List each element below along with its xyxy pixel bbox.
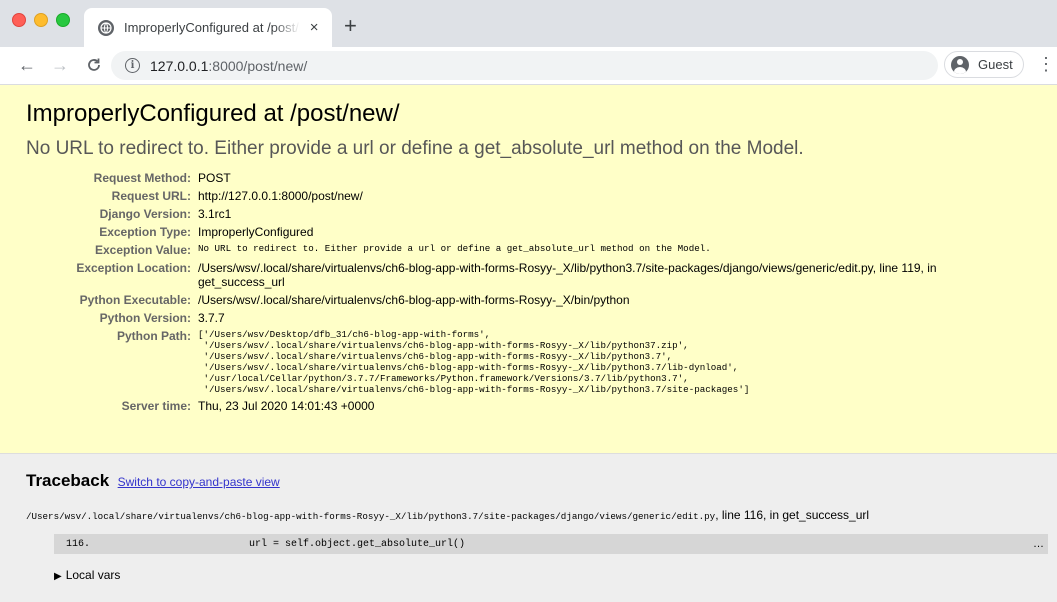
meta-label: Python Path: (117, 329, 191, 343)
traceback-section: Traceback Switch to copy-and-paste view … (0, 454, 1057, 602)
profile-label: Guest (978, 57, 1013, 72)
meta-label: Request Method: (93, 171, 191, 185)
meta-value: http://127.0.0.1:8000/post/new/ (198, 189, 363, 203)
expand-context-icon[interactable]: … (1033, 538, 1044, 550)
meta-row: Django Version: 3.1rc1 (26, 205, 1024, 223)
meta-label: Server time: (121, 399, 191, 413)
tab-close-icon[interactable]: × (306, 19, 322, 36)
page-title: ImproperlyConfigured at /post/new/ (26, 100, 400, 127)
meta-value: /Users/wsv/.local/share/virtualenvs/ch6-… (198, 261, 937, 289)
meta-value: 3.7.7 (198, 311, 225, 325)
local-vars-label: Local vars (65, 568, 121, 582)
profile-button[interactable]: Guest (944, 51, 1024, 78)
globe-icon (98, 19, 114, 36)
url-host: 127.0.0.1 (150, 57, 209, 74)
new-tab-button[interactable]: + (344, 14, 357, 38)
line-code: url = self.object.get_absolute_url() (249, 538, 466, 550)
meta-row: Python Path: ['/Users/wsv/Desktop/dfb_31… (26, 327, 1024, 397)
maximize-window-button[interactable] (56, 13, 70, 27)
meta-row: Python Version: 3.7.7 (26, 309, 1024, 327)
triangle-right-icon: ▶ (54, 571, 62, 582)
meta-value: 3.1rc1 (198, 207, 232, 221)
local-vars-toggle[interactable]: ▶ Local vars (54, 568, 1057, 582)
window-controls (12, 13, 70, 27)
meta-label: Exception Type: (99, 225, 191, 239)
meta-label: Exception Value: (94, 243, 191, 257)
meta-value: No URL to redirect to. Either provide a … (198, 243, 711, 254)
request-meta-table: Request Method: POST Request URL: http:/… (26, 169, 1024, 415)
back-arrow-icon[interactable]: ← (16, 54, 38, 76)
frame-filename: /Users/wsv/.local/share/virtualenvs/ch6-… (26, 508, 1057, 522)
navigation-bar: ← → i 127.0.0.1:8000/post/new/ Guest ⋮ (0, 47, 1057, 85)
minimize-window-button[interactable] (34, 13, 48, 27)
info-icon[interactable]: i (125, 58, 140, 73)
switch-view-link[interactable]: Switch to copy-and-paste view (118, 475, 280, 489)
meta-row: Exception Location: /Users/wsv/.local/sh… (26, 259, 1024, 291)
meta-row: Request URL: http://127.0.0.1:8000/post/… (26, 187, 1024, 205)
meta-row: Request Method: POST (26, 169, 1024, 187)
meta-value: /Users/wsv/.local/share/virtualenvs/ch6-… (198, 293, 630, 307)
line-number: 116. (66, 538, 91, 550)
exception-message: No URL to redirect to. Either provide a … (26, 138, 804, 159)
meta-label: Python Executable: (79, 293, 191, 307)
url-text: 127.0.0.1:8000/post/new/ (150, 58, 307, 74)
tab-title: ImproperlyConfigured at /post/new/ (124, 20, 300, 35)
error-summary: ImproperlyConfigured at /post/new/ No UR… (0, 85, 1057, 454)
meta-value: ImproperlyConfigured (198, 225, 314, 239)
frame-path: /Users/wsv/.local/share/virtualenvs/ch6-… (26, 511, 716, 522)
tab-strip: ImproperlyConfigured at /post/new/ × + (0, 0, 1057, 47)
forward-arrow-icon[interactable]: → (49, 54, 71, 76)
avatar-icon (951, 55, 969, 74)
python-path-value: ['/Users/wsv/Desktop/dfb_31/ch6-blog-app… (198, 329, 750, 395)
context-line[interactable]: 116. url = self.object.get_absolute_url(… (54, 534, 1048, 554)
meta-row: Exception Value: No URL to redirect to. … (26, 241, 1024, 259)
frame-location: , line 116, in get_success_url (715, 508, 870, 522)
meta-row: Python Executable: /Users/wsv/.local/sha… (26, 291, 1024, 309)
traceback-heading: Traceback (26, 471, 110, 490)
meta-row: Server time: Thu, 23 Jul 2020 14:01:43 +… (26, 397, 1024, 415)
reload-icon[interactable] (83, 54, 105, 78)
meta-value: Thu, 23 Jul 2020 14:01:43 +0000 (198, 399, 375, 413)
meta-row: Exception Type: ImproperlyConfigured (26, 223, 1024, 241)
close-window-button[interactable] (12, 13, 26, 27)
url-path: :8000/post/new/ (208, 57, 308, 74)
meta-label: Python Version: (99, 311, 191, 325)
meta-value: POST (198, 171, 231, 185)
meta-label: Django Version: (99, 207, 191, 221)
meta-label: Request URL: (111, 189, 191, 203)
address-bar[interactable]: i 127.0.0.1:8000/post/new/ (111, 51, 938, 80)
browser-tab-active[interactable]: ImproperlyConfigured at /post/new/ × (84, 8, 332, 47)
more-menu-icon[interactable]: ⋮ (1037, 54, 1055, 74)
meta-label: Exception Location: (76, 261, 191, 275)
